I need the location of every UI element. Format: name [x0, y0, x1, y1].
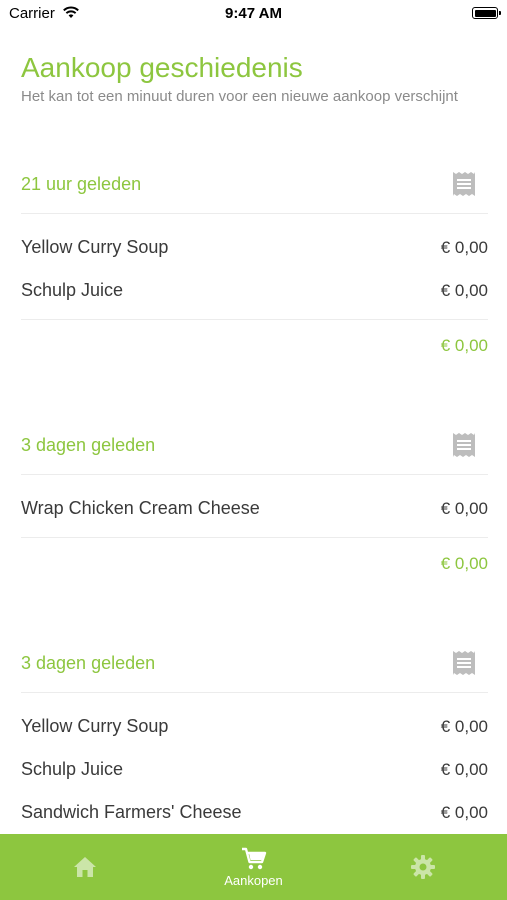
item-name: Yellow Curry Soup — [21, 237, 169, 257]
list-item: Sandwich Farmers' Cheese € 0,00 — [21, 791, 488, 834]
status-bar: Carrier 9:47 AM — [0, 0, 507, 28]
item-price: € 0,00 — [440, 280, 488, 300]
purchase-time: 21 uur geleden — [21, 173, 142, 194]
item-name: Wrap Chicken Cream Cheese — [21, 498, 260, 518]
list-item: Schulp Juice € 0,00 — [21, 269, 488, 312]
battery-icon — [472, 7, 501, 19]
purchase-group: 3 dagen geleden Yellow Curry Soup € 0,00… — [21, 634, 488, 842]
gear-icon — [410, 854, 436, 880]
list-item: Schulp Juice € 0,00 — [21, 748, 488, 791]
receipt-icon[interactable] — [452, 432, 476, 458]
item-name: Sandwich Farmers' Cheese — [21, 802, 242, 822]
page-title: Aankoop geschiedenis — [21, 52, 303, 83]
item-name: Yellow Curry Soup — [21, 716, 169, 736]
home-icon — [73, 856, 97, 878]
purchase-total: € 0,00 — [440, 336, 488, 355]
purchase-time: 3 dagen geleden — [21, 652, 156, 673]
item-price: € 0,00 — [440, 716, 488, 736]
receipt-icon[interactable] — [452, 650, 476, 676]
page-subtitle: Het kan tot een minuut duren voor een ni… — [21, 88, 458, 105]
item-name: Schulp Juice — [21, 280, 124, 300]
item-price: € 0,00 — [440, 237, 488, 257]
purchase-group: 21 uur geleden Yellow Curry Soup € 0,00 … — [21, 155, 488, 372]
purchase-time: 3 dagen geleden — [21, 434, 156, 455]
purchase-items: Yellow Curry Soup € 0,00 Schulp Juice € … — [21, 214, 488, 320]
tab-purchases-label: Aankopen — [224, 872, 283, 888]
purchase-group-header: 3 dagen geleden — [21, 634, 488, 693]
clock: 9:47 AM — [225, 5, 282, 22]
purchase-history-list[interactable]: 21 uur geleden Yellow Curry Soup € 0,00 … — [21, 155, 488, 886]
list-item: Wrap Chicken Cream Cheese € 0,00 — [21, 487, 488, 530]
tab-purchases[interactable]: Aankopen — [169, 834, 338, 900]
purchase-group: 3 dagen geleden Wrap Chicken Cream Chees… — [21, 416, 488, 590]
tab-home[interactable] — [0, 834, 169, 900]
page-header: Aankoop geschiedenis Het kan tot een min… — [21, 52, 491, 106]
purchase-group-header: 21 uur geleden — [21, 155, 488, 214]
list-item: Yellow Curry Soup € 0,00 — [21, 705, 488, 748]
item-price: € 0,00 — [440, 498, 488, 518]
purchase-items: Yellow Curry Soup € 0,00 Schulp Juice € … — [21, 693, 488, 842]
purchase-group-header: 3 dagen geleden — [21, 416, 488, 475]
tab-settings[interactable] — [338, 834, 507, 900]
purchase-total: € 0,00 — [440, 554, 488, 573]
receipt-icon[interactable] — [452, 171, 476, 197]
list-item: Yellow Curry Soup € 0,00 — [21, 226, 488, 269]
item-name: Schulp Juice — [21, 759, 124, 779]
item-price: € 0,00 — [440, 802, 488, 822]
purchase-items: Wrap Chicken Cream Cheese € 0,00 — [21, 475, 488, 538]
item-price: € 0,00 — [440, 759, 488, 779]
cart-icon — [241, 847, 267, 871]
tab-bar: Aankopen — [0, 834, 507, 900]
